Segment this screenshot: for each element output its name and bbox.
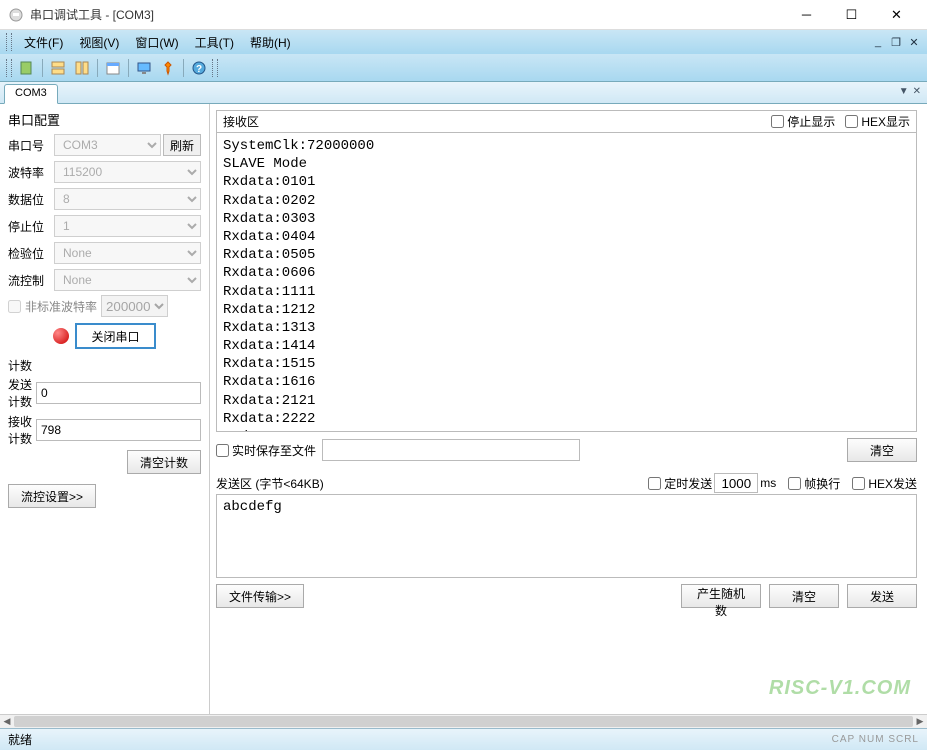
timed-send-checkbox[interactable] [648,477,661,490]
help-icon[interactable]: ? [188,57,210,79]
menu-help[interactable]: 帮助(H) [242,32,299,53]
send-area-title: 发送区 (字节<64KB) [216,475,324,492]
config-title: 串口配置 [8,110,201,129]
tab-com3[interactable]: COM3 [4,84,58,104]
stop-display-checkbox[interactable] [771,115,784,128]
mdi-restore-button[interactable]: ❐ [889,35,903,49]
hex-send-checkbox[interactable] [852,477,865,490]
send-textarea[interactable] [216,494,917,578]
calendar-icon[interactable] [102,57,124,79]
save-to-file-checkbox[interactable] [216,444,229,457]
title-bar: 串口调试工具 - [COM3] ─ ☐ ✕ [0,0,927,30]
timed-send-label: 定时发送 [664,475,712,492]
data-panel: 接收区 停止显示 HEX显示 SystemClk:72000000 SLAVE … [210,104,927,714]
tab-close-icon[interactable]: ✕ [913,86,921,97]
scroll-left-arrow-icon[interactable]: ◀ [0,716,14,727]
menu-view[interactable]: 视图(V) [71,32,127,53]
tab-bar: COM3 ▼ ✕ [0,82,927,104]
tile-vertical-icon[interactable] [71,57,93,79]
flowcontrol-select[interactable]: None [54,269,201,291]
menu-file[interactable]: 文件(F) [16,32,71,53]
random-button[interactable]: 产生随机数 [681,584,761,608]
frame-wrap-label: 帧换行 [804,475,840,492]
scroll-thumb[interactable] [14,716,913,727]
close-button[interactable]: ✕ [874,1,919,29]
nonstandard-baud-checkbox[interactable] [8,300,21,313]
status-bar: 就绪 CAP NUM SCRL [0,728,927,750]
send-count-label: 发送计数 [8,376,36,410]
clear-recv-button[interactable]: 清空 [847,438,917,462]
pin-icon[interactable] [157,57,179,79]
scroll-right-arrow-icon[interactable]: ▶ [913,716,927,727]
parity-select[interactable]: None [54,242,201,264]
port-label: 串口号 [8,137,54,154]
maximize-button[interactable]: ☐ [829,1,874,29]
minimize-button[interactable]: ─ [784,1,829,29]
counts-title: 计数 [8,357,201,374]
stopbits-label: 停止位 [8,218,54,235]
hex-display-label: HEX显示 [861,113,910,130]
recv-area-title: 接收区 [223,113,761,130]
refresh-button[interactable]: 刷新 [163,134,201,156]
menu-bar: 文件(F) 视图(V) 窗口(W) 工具(T) 帮助(H) _ ❐ ✕ [0,30,927,54]
status-text: 就绪 [8,731,832,748]
tile-horizontal-icon[interactable] [47,57,69,79]
nonstandard-baud-label: 非标准波特率 [25,298,97,315]
horizontal-scrollbar[interactable]: ◀ ▶ [0,714,927,728]
save-to-file-label: 实时保存至文件 [232,442,316,459]
recv-count-value[interactable] [36,419,201,441]
timed-interval-unit: ms [760,476,776,490]
app-icon [8,7,24,23]
databits-select[interactable]: 8 [54,188,201,210]
toolbar-grip-end [212,59,218,77]
port-status-icon [53,328,69,344]
file-transfer-button[interactable]: 文件传输>> [216,584,304,608]
baud-label: 波特率 [8,164,54,181]
recv-count-label: 接收计数 [8,413,36,447]
window-title: 串口调试工具 - [COM3] [30,6,784,23]
display-icon[interactable] [133,57,155,79]
send-count-value[interactable] [36,382,201,404]
frame-wrap-checkbox[interactable] [788,477,801,490]
databits-label: 数据位 [8,191,54,208]
flow-settings-button[interactable]: 流控设置>> [8,484,96,508]
parity-label: 检验位 [8,245,54,262]
toolbar-grip [6,59,12,77]
new-icon[interactable] [16,57,38,79]
send-button[interactable]: 发送 [847,584,917,608]
mdi-close-button[interactable]: ✕ [907,35,921,49]
recv-textarea[interactable]: SystemClk:72000000 SLAVE Mode Rxdata:010… [216,132,917,432]
menubar-grip [6,33,12,51]
nonstandard-baud-select[interactable]: 200000 [101,295,168,317]
save-path-input[interactable] [322,439,580,461]
close-port-button[interactable]: 关闭串口 [75,323,155,349]
flowcontrol-label: 流控制 [8,272,54,289]
mdi-minimize-button[interactable]: _ [871,35,885,49]
toolbar: ? [0,54,927,82]
timed-interval-input[interactable] [714,473,758,493]
menu-window[interactable]: 窗口(W) [127,32,186,53]
stopbits-select[interactable]: 1 [54,215,201,237]
tab-dropdown-icon[interactable]: ▼ [899,86,909,97]
hex-send-label: HEX发送 [868,475,917,492]
clear-send-button[interactable]: 清空 [769,584,839,608]
svg-text:?: ? [196,64,202,75]
stop-display-label: 停止显示 [787,113,835,130]
keyboard-indicators: CAP NUM SCRL [832,734,919,745]
config-panel: 串口配置 串口号 COM3 刷新 波特率 115200 数据位 8 停止位 1 … [0,104,210,714]
hex-display-checkbox[interactable] [845,115,858,128]
clear-counts-button[interactable]: 清空计数 [127,450,201,474]
port-select[interactable]: COM3 [54,134,161,156]
baud-select[interactable]: 115200 [54,161,201,183]
menu-tools[interactable]: 工具(T) [187,32,242,53]
